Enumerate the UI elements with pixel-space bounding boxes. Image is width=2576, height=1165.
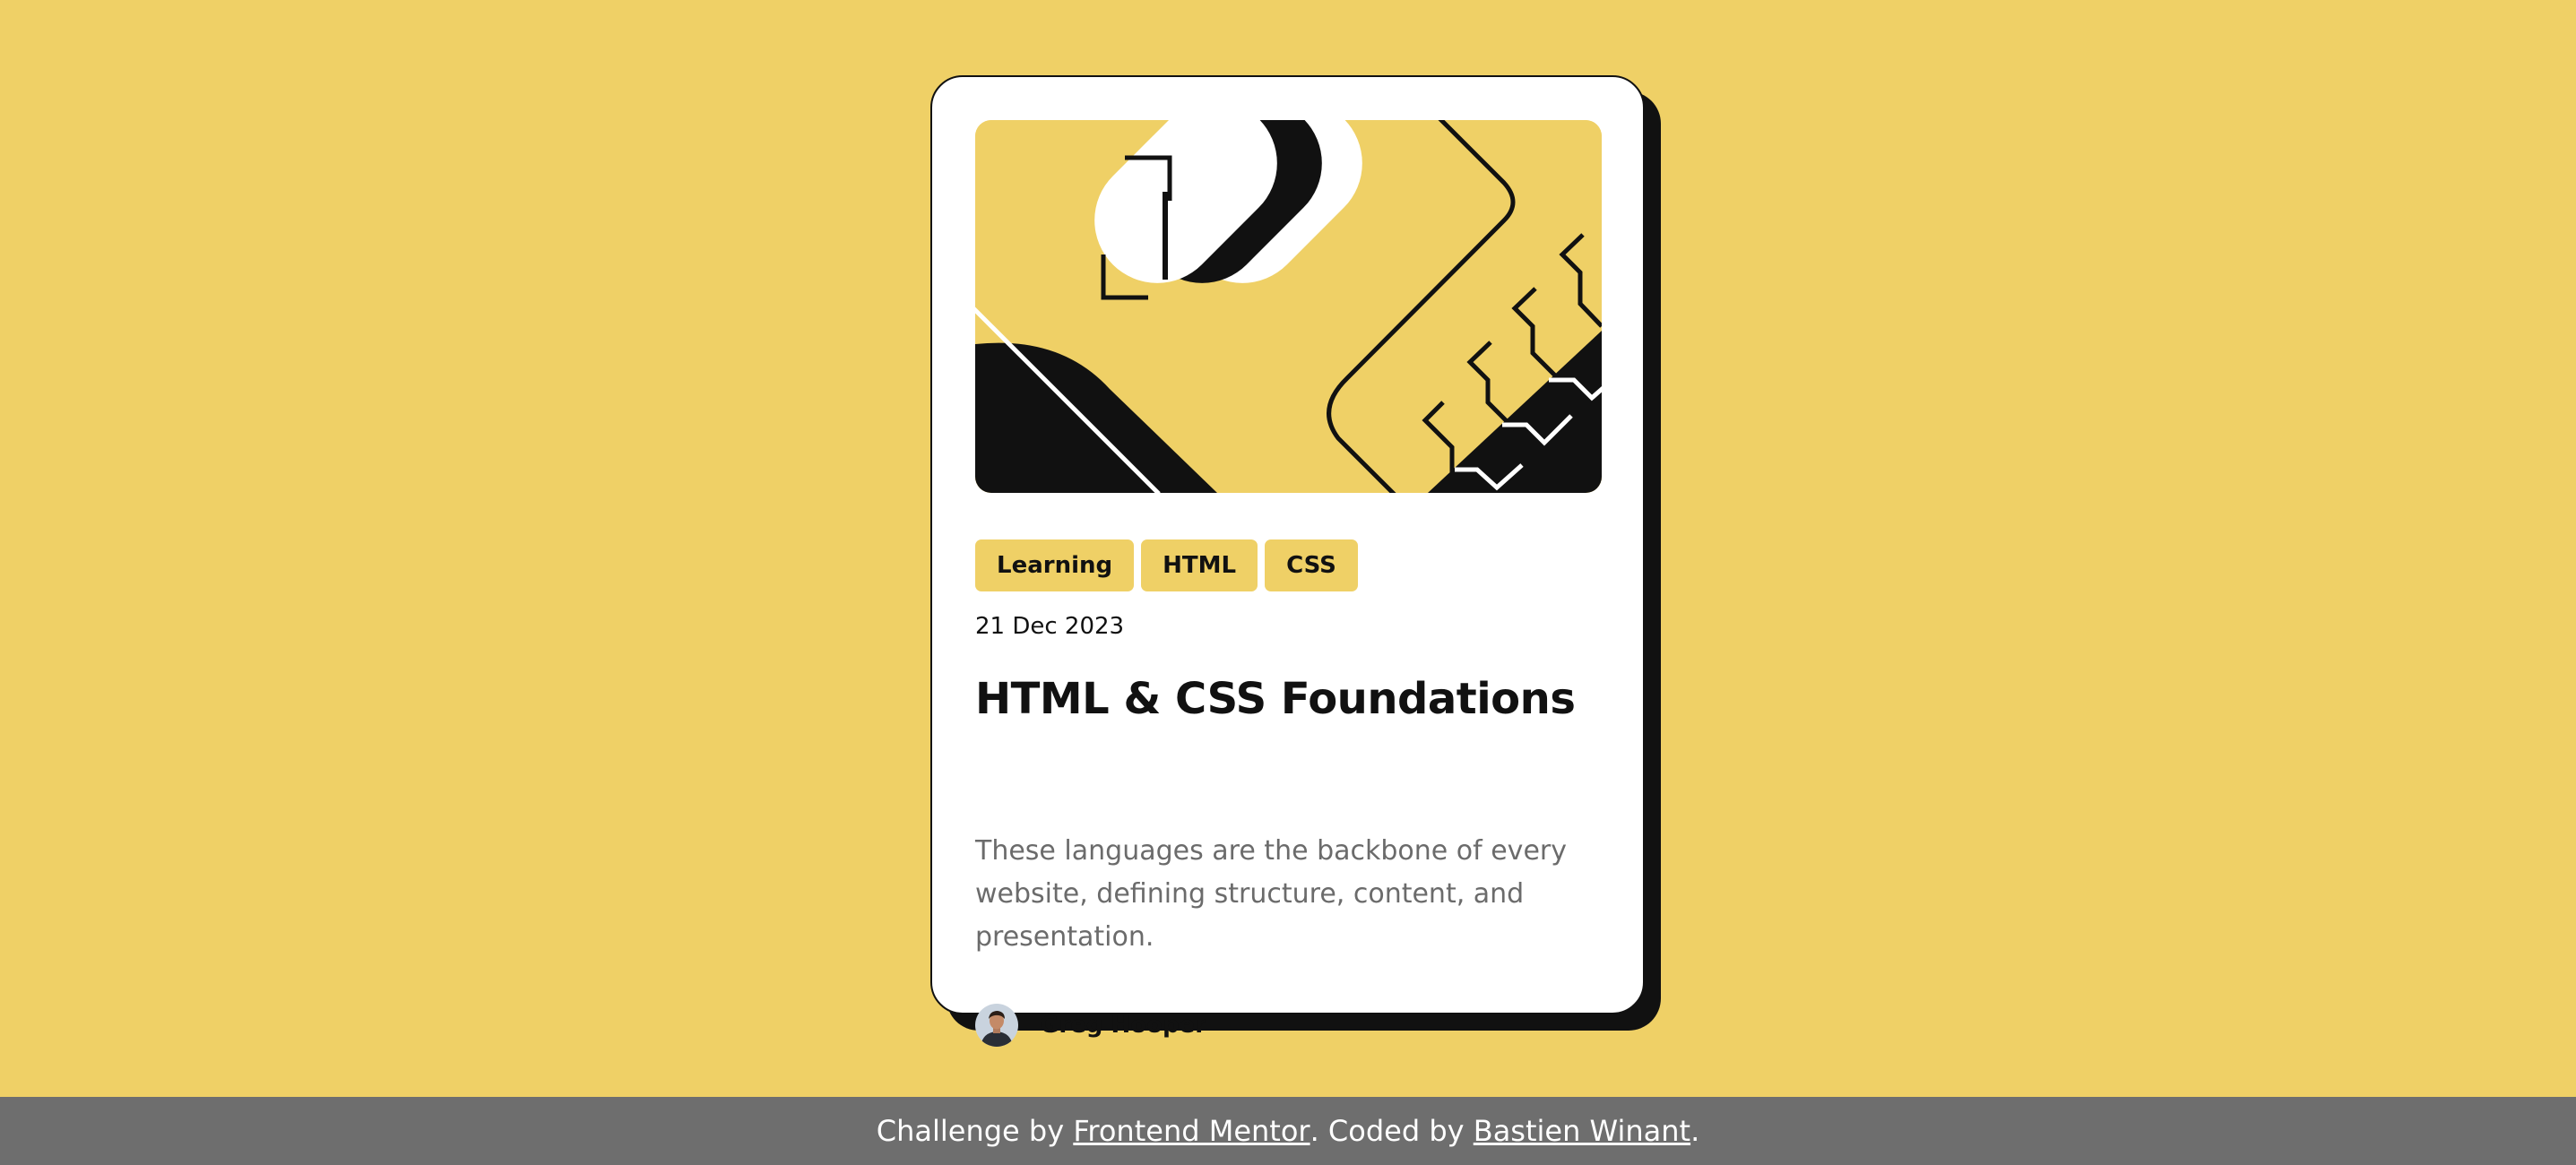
tag-css[interactable]: CSS xyxy=(1265,539,1358,591)
tag-list: Learning HTML CSS xyxy=(975,539,1358,591)
attribution-footer: Challenge by Frontend Mentor . Coded by … xyxy=(0,1097,2576,1165)
attribution-middle: . Coded by xyxy=(1310,1114,1474,1148)
tag-learning[interactable]: Learning xyxy=(975,539,1135,591)
frontend-mentor-link[interactable]: Frontend Mentor xyxy=(1073,1114,1310,1148)
blog-preview-card: Learning HTML CSS 21 Dec 2023 HTML & CSS… xyxy=(930,75,1645,1047)
avatar-icon xyxy=(975,1004,1018,1047)
attribution-prefix: Challenge by xyxy=(876,1114,1074,1148)
author: Greg Hooper xyxy=(975,1004,1206,1047)
code-brackets-illustration-icon xyxy=(975,120,1602,493)
card-title[interactable]: HTML & CSS Foundations xyxy=(975,674,1576,724)
author-link[interactable]: Bastien Winant xyxy=(1474,1114,1690,1148)
card-description: These languages are the backbone of ever… xyxy=(975,835,1567,953)
tag-html[interactable]: HTML xyxy=(1141,539,1258,591)
author-name: Greg Hooper xyxy=(1040,1012,1207,1039)
published-date: 21 Dec 2023 xyxy=(975,613,1125,640)
hero-illustration xyxy=(975,120,1602,493)
attribution-suffix: . xyxy=(1690,1114,1700,1148)
